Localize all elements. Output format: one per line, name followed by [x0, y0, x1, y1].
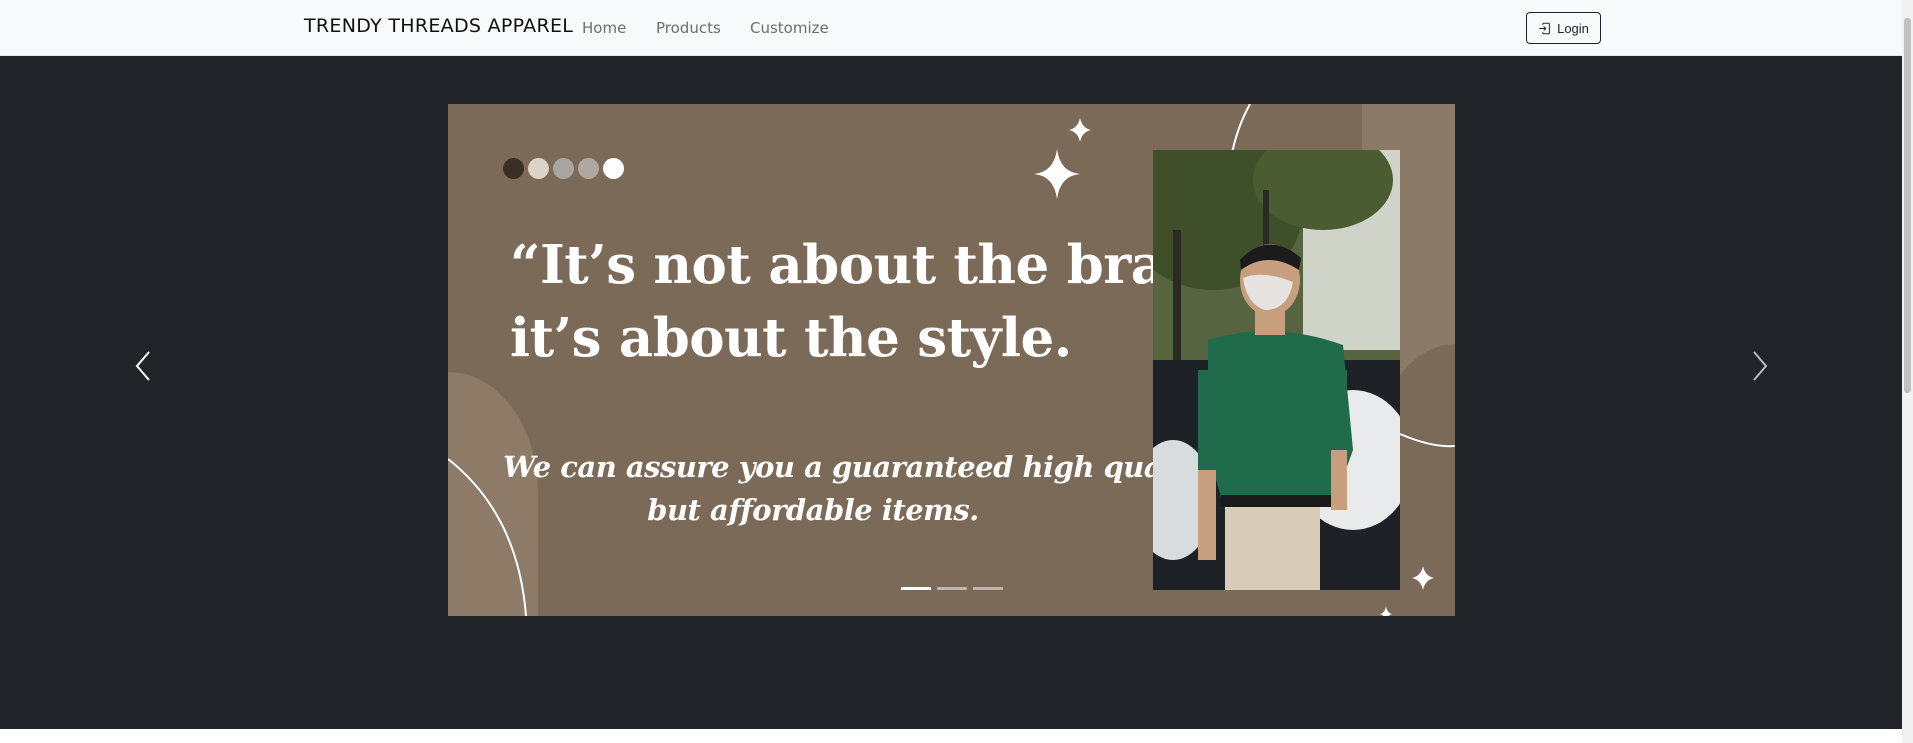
sparkle-small-bottom [1412, 566, 1434, 590]
sparkle-large [1034, 149, 1080, 199]
carousel-next-button[interactable] [1740, 336, 1780, 396]
slide-subtitle-line: but affordable items. [647, 493, 979, 527]
login-button[interactable]: Login [1526, 12, 1601, 44]
brand-logo[interactable]: TRENDY THREADS APPAREL [304, 15, 573, 37]
carousel-indicator-2[interactable] [937, 587, 967, 590]
top-navbar: TRENDY THREADS APPAREL Home Products Cus… [0, 0, 1902, 56]
palette-dot [578, 158, 599, 179]
chevron-left-icon [135, 351, 150, 381]
nav-link-home[interactable]: Home [582, 19, 626, 37]
slide-subtitle-line: We can assure you a guaranteed high qual… [503, 450, 1213, 484]
color-palette-dots [503, 158, 624, 179]
slide-quote-line: it’s about the style. [510, 307, 1072, 369]
nav-link-customize[interactable]: Customize [750, 19, 829, 37]
carousel-prev-button[interactable] [123, 336, 163, 396]
palette-dot [603, 158, 624, 179]
sparkle-small-top [1069, 118, 1091, 142]
palette-dot [553, 158, 574, 179]
page-content-start [0, 729, 1902, 743]
carousel-slide: “It’s not about the brand, it’s about th… [448, 104, 1455, 616]
carousel-indicator-1[interactable] [901, 587, 931, 590]
carousel-indicator-3[interactable] [973, 587, 1003, 590]
scrollbar-thumb[interactable] [1904, 18, 1911, 393]
slide-subtitle: We can assure you a guaranteed high qual… [503, 446, 1213, 532]
chevron-right-icon [1753, 351, 1768, 381]
login-button-label: Login [1557, 20, 1589, 36]
palette-dot [528, 158, 549, 179]
slide-quote: “It’s not about the brand, it’s about th… [510, 229, 1258, 375]
model-photo-illustration [1153, 150, 1400, 590]
model-photo [1153, 150, 1400, 590]
right-arc-line-lower [1399, 433, 1455, 448]
carousel-indicators [901, 587, 1003, 590]
sparkle-tiny-bottom [1380, 606, 1392, 616]
box-arrow-in-right-icon [1539, 22, 1550, 34]
palette-dot [503, 158, 524, 179]
nav-link-products[interactable]: Products [656, 19, 721, 37]
hero-carousel: “It’s not about the brand, it’s about th… [0, 56, 1902, 729]
page-scrollbar[interactable] [1902, 0, 1913, 743]
slide-quote-line: “It’s not about the brand, [510, 234, 1258, 296]
